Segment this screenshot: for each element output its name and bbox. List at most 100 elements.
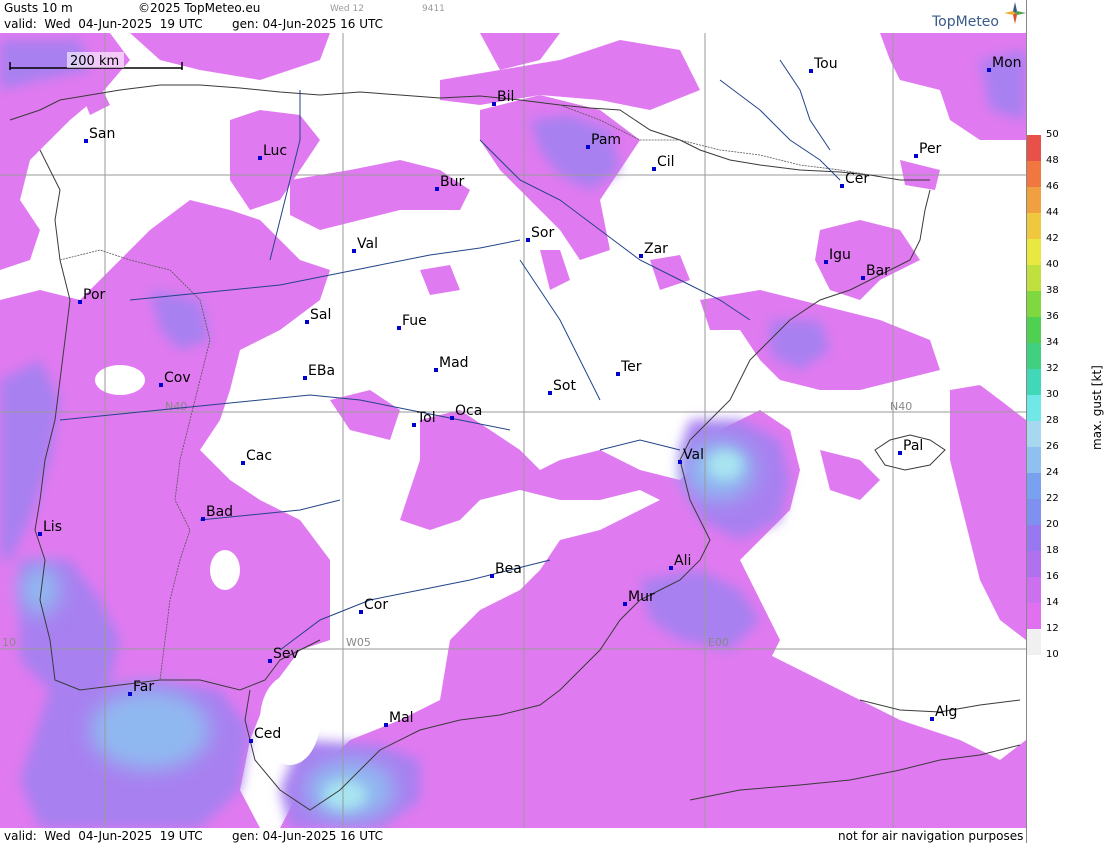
legend-swatch bbox=[1027, 369, 1041, 395]
city-marker-icon bbox=[359, 610, 363, 614]
footer-bar: valid: Wed 04-Jun-2025 19 UTC gen: 04-Ju… bbox=[0, 828, 1026, 843]
city-label: Mon bbox=[992, 55, 1022, 71]
city-marker-icon bbox=[249, 739, 253, 743]
city-marker-icon bbox=[987, 68, 991, 72]
city-label: Per bbox=[919, 141, 942, 157]
map-title: Gusts 10 m bbox=[4, 1, 73, 15]
city-bea: Bea bbox=[490, 561, 522, 578]
legend-swatch bbox=[1027, 213, 1041, 239]
city-bar: Bar bbox=[861, 263, 890, 280]
city-label: Lis bbox=[43, 519, 62, 535]
city-marker-icon bbox=[809, 69, 813, 73]
city-per: Per bbox=[914, 141, 942, 158]
city-label: Fue bbox=[402, 313, 427, 329]
city-marker-icon bbox=[861, 276, 865, 280]
legend-tick-label: 34 bbox=[1046, 337, 1059, 348]
city-label: Bil bbox=[497, 89, 514, 105]
city-alg: Alg bbox=[930, 704, 957, 721]
legend-swatch bbox=[1027, 629, 1041, 655]
day-label: Wed 12 bbox=[330, 4, 364, 14]
city-marker-icon bbox=[435, 187, 439, 191]
city-marker-icon bbox=[678, 460, 682, 464]
city-label: Cer bbox=[845, 171, 869, 187]
grid-label-n40-left: N40 bbox=[165, 400, 187, 413]
legend-swatch bbox=[1027, 473, 1041, 499]
legend-color-bar bbox=[1027, 135, 1041, 655]
city-marker-icon bbox=[623, 602, 627, 606]
city-fue: Fue bbox=[397, 313, 427, 330]
city-marker-icon bbox=[669, 566, 673, 570]
city-marker-icon bbox=[352, 249, 356, 253]
city-label: Sev bbox=[273, 646, 299, 662]
city-mal: Mal bbox=[384, 710, 414, 727]
legend-tick-label: 42 bbox=[1046, 233, 1059, 244]
city-label: Bur bbox=[440, 174, 464, 190]
city-mon: Mon bbox=[987, 55, 1022, 72]
city-label: Mal bbox=[389, 710, 414, 726]
header-bar: Gusts 10 m ©2025 TopMeteo.eu Wed 12 9411… bbox=[0, 0, 1026, 32]
city-bad: Bad bbox=[201, 504, 233, 521]
legend-title: max. gust [kt] bbox=[1090, 365, 1104, 450]
legend-swatch bbox=[1027, 161, 1041, 187]
legend-tick-label: 36 bbox=[1046, 311, 1059, 322]
legend-swatch bbox=[1027, 603, 1041, 629]
legend-tick-label: 32 bbox=[1046, 363, 1059, 374]
city-label: Val bbox=[683, 447, 704, 463]
city-marker-icon bbox=[78, 300, 82, 304]
generated-time: gen: 04-Jun-2025 16 UTC bbox=[232, 17, 384, 31]
city-label: Val bbox=[357, 236, 378, 252]
legend-tick-label: 38 bbox=[1046, 285, 1059, 296]
gust-map[interactable]: N40 N40 W05 E00 10 200 km San Luc Bil Pa… bbox=[0, 33, 1026, 828]
product-code: 9411 bbox=[422, 4, 445, 14]
city-luc: Luc bbox=[258, 143, 287, 160]
city-label: EBa bbox=[308, 363, 335, 379]
grid-label-n40-right: N40 bbox=[890, 400, 912, 413]
city-zar: Zar bbox=[639, 241, 668, 258]
city-label: Tou bbox=[813, 56, 838, 72]
city-marker-icon bbox=[38, 532, 42, 536]
legend-tick-label: 46 bbox=[1046, 181, 1059, 192]
city-label: Por bbox=[83, 287, 106, 303]
city-marker-icon bbox=[450, 416, 454, 420]
copyright: ©2025 TopMeteo.eu bbox=[138, 1, 261, 15]
city-sev: Sev bbox=[268, 646, 299, 663]
city-oca: Oca bbox=[450, 403, 482, 420]
city-marker-icon bbox=[616, 372, 620, 376]
city-pam: Pam bbox=[586, 132, 621, 149]
legend-tick-label: 48 bbox=[1046, 155, 1059, 166]
scale-label: 200 km bbox=[70, 54, 119, 69]
grid-label-e00: E00 bbox=[708, 636, 729, 649]
city-label: Oca bbox=[455, 403, 482, 419]
legend-swatch bbox=[1027, 525, 1041, 551]
footer-valid-time: valid: Wed 04-Jun-2025 19 UTC bbox=[4, 829, 203, 843]
topmeteo-logo: TopMeteo bbox=[932, 14, 999, 30]
city-label: Bad bbox=[206, 504, 233, 520]
city-label: Ali bbox=[674, 553, 691, 569]
legend-swatch bbox=[1027, 447, 1041, 473]
legend-swatch bbox=[1027, 187, 1041, 213]
city-marker-icon bbox=[930, 717, 934, 721]
city-sot: Sot bbox=[548, 378, 576, 395]
legend-tick-label: 10 bbox=[1046, 649, 1059, 660]
legend-swatch bbox=[1027, 291, 1041, 317]
city-label: Cil bbox=[657, 154, 675, 170]
city-marker-icon bbox=[434, 368, 438, 372]
city-label: Igu bbox=[829, 247, 851, 263]
legend-tick-label: 16 bbox=[1046, 571, 1059, 582]
legend-swatch bbox=[1027, 421, 1041, 447]
footer-generated-time: gen: 04-Jun-2025 16 UTC bbox=[232, 829, 384, 843]
city-cor: Cor bbox=[359, 597, 388, 614]
city-marker-icon bbox=[412, 423, 416, 427]
city-marker-icon bbox=[128, 692, 132, 696]
city-mad: Mad bbox=[434, 355, 469, 372]
city-marker-icon bbox=[526, 238, 530, 242]
legend-tick-label: 24 bbox=[1046, 467, 1059, 478]
city-label: Alg bbox=[935, 704, 957, 720]
compass-logo-icon bbox=[1004, 2, 1026, 24]
legend-tick-label: 28 bbox=[1046, 415, 1059, 426]
city-label: Ter bbox=[620, 359, 642, 375]
city-marker-icon bbox=[898, 451, 902, 455]
city-igu: Igu bbox=[824, 247, 851, 264]
city-marker-icon bbox=[914, 154, 918, 158]
city-label: Cac bbox=[246, 448, 272, 464]
